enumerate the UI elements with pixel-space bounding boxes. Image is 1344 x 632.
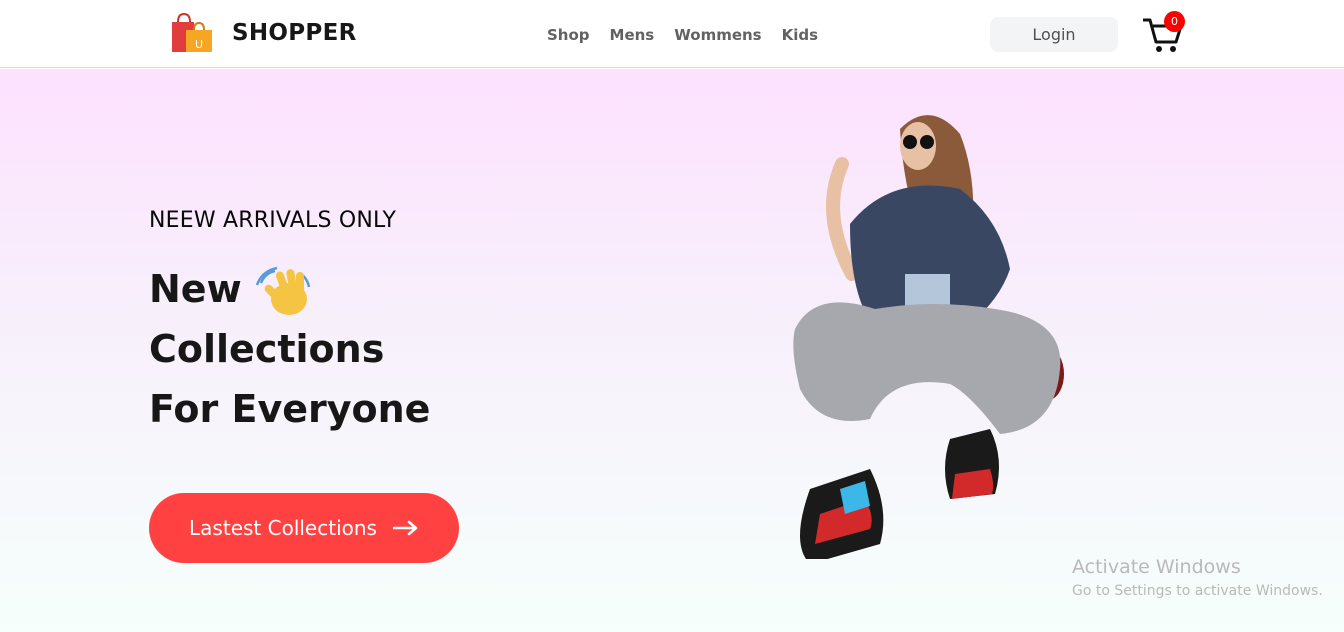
hero-kicker: NEEW ARRIVALS ONLY — [149, 208, 397, 233]
brand-logo[interactable]: U SHOPPER — [170, 12, 357, 54]
cta-label: Lastest Collections — [189, 516, 377, 540]
watermark-title: Activate Windows — [1072, 556, 1241, 578]
brand-name: SHOPPER — [232, 20, 357, 46]
svg-text:U: U — [195, 38, 203, 51]
hero-title-line-3: For Everyone — [149, 387, 431, 431]
navbar: U SHOPPER Shop Mens Wommens Kids Login 0 — [0, 0, 1344, 68]
cart-count-badge: 0 — [1164, 11, 1185, 32]
nav-item-mens[interactable]: Mens — [610, 26, 655, 44]
hero-section: NEEW ARRIVALS ONLY New Collections For E… — [0, 69, 1344, 632]
nav-menu: Shop Mens Wommens Kids — [547, 26, 818, 44]
nav-item-shop[interactable]: Shop — [547, 26, 590, 44]
login-button[interactable]: Login — [990, 17, 1118, 52]
nav-item-womens[interactable]: Wommens — [674, 26, 761, 44]
waving-hand-icon — [255, 266, 311, 315]
hero-title-line-2: Collections — [149, 327, 385, 371]
latest-collections-button[interactable]: Lastest Collections — [149, 493, 459, 563]
hero-title-line-1: New — [149, 267, 242, 311]
fashion-model-photo — [793, 115, 1064, 559]
shopping-bags-icon: U — [172, 12, 212, 52]
arrow-right-icon — [392, 520, 418, 536]
activate-windows-watermark: Activate Windows Go to Settings to activ… — [1072, 556, 1323, 599]
watermark-subtitle: Go to Settings to activate Windows. — [1072, 583, 1323, 599]
nav-item-kids[interactable]: Kids — [782, 26, 818, 44]
